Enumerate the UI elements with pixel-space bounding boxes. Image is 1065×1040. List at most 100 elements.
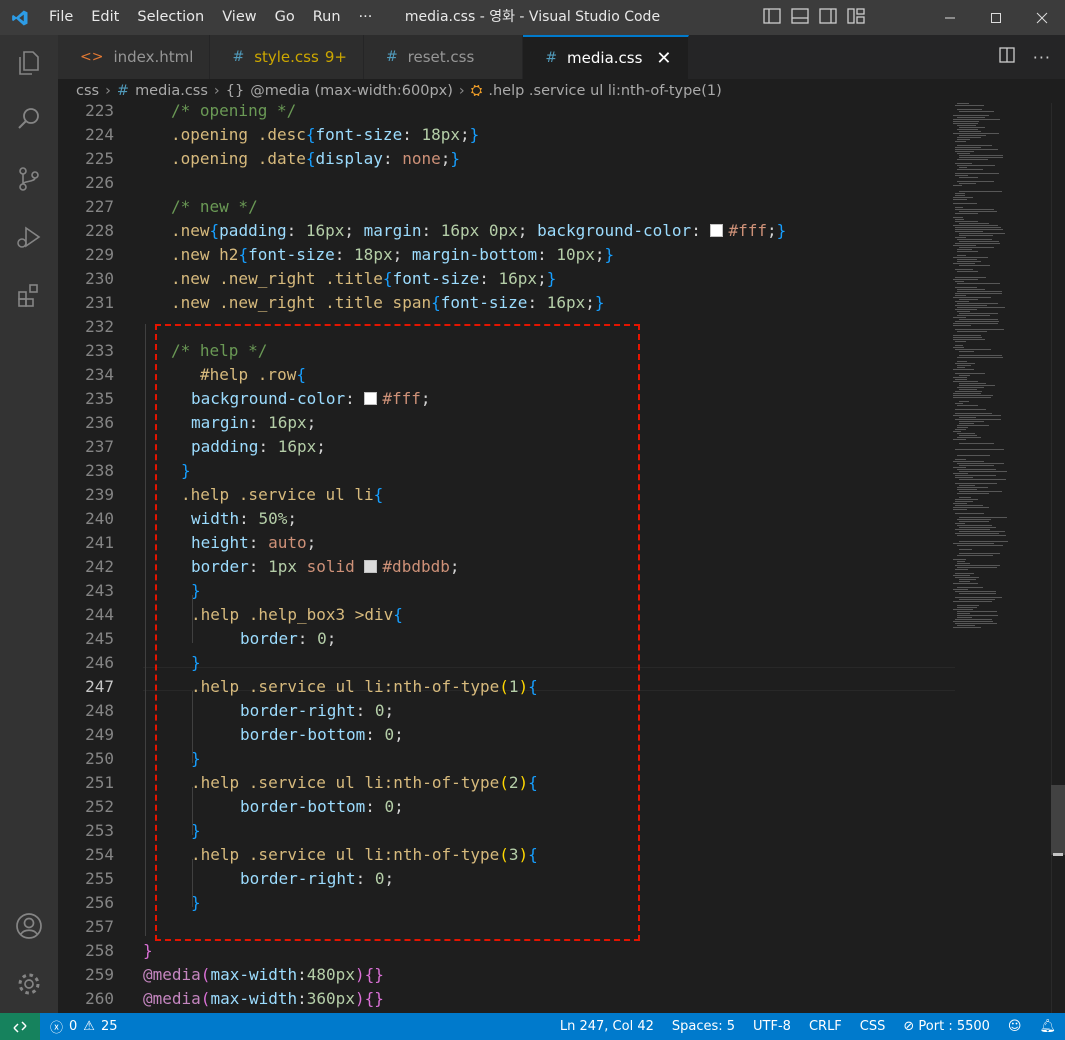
close-tab-icon[interactable]: ✕	[656, 48, 671, 69]
menu-item[interactable]: Edit	[82, 0, 128, 35]
toggle-primary-sidebar-icon[interactable]	[763, 7, 781, 28]
minimap-line	[959, 531, 1005, 532]
tab-index-html[interactable]: <> index.html	[58, 35, 211, 79]
split-editor-icon[interactable]	[999, 47, 1015, 67]
code-line[interactable]: 229 .new h2{font-size: 18px; margin-botto…	[58, 243, 958, 267]
code-line[interactable]: 260 @media(max-width:360px){}	[58, 987, 958, 1011]
code-line[interactable]: 226	[58, 171, 958, 195]
customize-layout-icon[interactable]	[847, 7, 865, 28]
minimap-line	[955, 281, 964, 282]
line-number: 237	[85, 437, 114, 456]
breadcrumb-media-query[interactable]: @media (max-width:600px)	[250, 83, 453, 99]
code-line[interactable]: 228 .new{padding: 16px; margin: 16px 0px;…	[58, 219, 958, 243]
line-number: 230	[85, 269, 114, 288]
menu-item[interactable]: File	[40, 0, 82, 35]
toggle-panel-icon[interactable]	[791, 7, 809, 28]
line-number: 245	[85, 629, 114, 648]
tab-media-css[interactable]: # media.css ✕	[523, 35, 689, 79]
line-number: 223	[85, 103, 114, 120]
problem-count-badge: 9+	[324, 48, 347, 66]
vertical-scrollbar[interactable]	[1051, 103, 1065, 1013]
code-token: :	[382, 149, 403, 168]
minimap-line	[957, 463, 1004, 464]
minimize-button[interactable]	[927, 0, 973, 35]
line-number: 250	[85, 749, 114, 768]
cursor-position[interactable]: Ln 247, Col 42	[551, 1013, 663, 1040]
code-line[interactable]: 223 /* opening */	[58, 103, 958, 123]
code-token: ;	[344, 221, 364, 240]
minimap-line	[957, 615, 998, 616]
scrollbar-thumb[interactable]	[1051, 785, 1065, 855]
code-token: )	[354, 989, 365, 1008]
minimap-line	[955, 219, 964, 220]
feedback-icon[interactable]: ☺	[999, 1013, 1031, 1040]
minimap-line	[957, 261, 981, 262]
maximize-button[interactable]	[973, 0, 1019, 35]
minimap-line	[955, 363, 975, 364]
code-line[interactable]: 227 /* new */	[58, 195, 958, 219]
account-icon[interactable]	[0, 902, 58, 950]
run-debug-icon[interactable]	[0, 213, 58, 261]
code-line[interactable]: 231 .new .new_right .title span{font-size…	[58, 291, 958, 315]
explorer-icon[interactable]	[0, 39, 58, 87]
minimap-line	[953, 543, 994, 544]
line-number: 240	[85, 509, 114, 528]
menu-item[interactable]: Go	[266, 0, 304, 35]
line-number: 258	[85, 941, 114, 960]
more-actions-icon[interactable]: ···	[1033, 48, 1051, 67]
menu-item[interactable]: ···	[350, 0, 382, 35]
code-line[interactable]: 224 .opening .desc{font-size: 18px;}	[58, 123, 958, 147]
minimap-line	[959, 135, 986, 136]
minimap-line	[955, 449, 1004, 450]
code-line[interactable]: 258}	[58, 939, 958, 963]
indentation-setting[interactable]: Spaces: 5	[663, 1013, 744, 1040]
file-encoding[interactable]: UTF-8	[744, 1013, 800, 1040]
search-icon[interactable]	[0, 95, 58, 143]
line-number: 235	[85, 389, 114, 408]
tab-style-css[interactable]: # style.css 9+	[210, 35, 364, 79]
line-number: 252	[85, 797, 114, 816]
minimap-line	[957, 561, 965, 562]
minimap-line	[957, 433, 975, 434]
problems-indicator[interactable]: ⓧ 0 ⚠ 25	[40, 1017, 118, 1036]
code-line[interactable]: 225 .opening .date{display: none;}	[58, 147, 958, 171]
color-swatch[interactable]	[710, 224, 724, 237]
minimap-line	[959, 355, 1002, 356]
remote-indicator-icon[interactable]	[0, 1013, 40, 1040]
end-of-line[interactable]: CRLF	[800, 1013, 851, 1040]
settings-gear-icon[interactable]	[0, 960, 58, 1008]
extensions-icon[interactable]	[0, 271, 58, 319]
language-mode[interactable]: CSS	[851, 1013, 895, 1040]
breadcrumb-folder[interactable]: css	[76, 83, 99, 99]
source-control-icon[interactable]	[0, 155, 58, 203]
error-count: 0	[69, 1019, 78, 1034]
menu-item[interactable]: View	[213, 0, 265, 35]
menu-item[interactable]: Selection	[128, 0, 213, 35]
minimap-line	[955, 477, 973, 478]
notifications-bell-icon[interactable]: 🔔︎	[1030, 1013, 1065, 1040]
code-editor[interactable]: 223/* opening */224 .opening .desc{font-s…	[58, 103, 1065, 1013]
breadcrumb-selector[interactable]: .help .service ul li:nth-of-type(1)	[488, 83, 721, 99]
code-text: .new .new_right .title span{font-size: 1…	[171, 291, 605, 315]
close-window-button[interactable]	[1019, 0, 1065, 35]
code-token: {}	[364, 989, 384, 1008]
live-server-port[interactable]: ⊘ Port : 5500	[894, 1013, 999, 1040]
chevron-right-icon: ›	[213, 83, 220, 99]
minimap[interactable]	[953, 103, 1053, 1013]
code-token: {}	[364, 965, 384, 984]
line-number: 224	[85, 125, 114, 144]
menu-item[interactable]: Run	[304, 0, 350, 35]
minimap-line	[959, 599, 995, 600]
tab-reset-css[interactable]: # reset.css	[363, 35, 524, 79]
minimap-line	[955, 373, 985, 374]
minimap-line	[959, 177, 978, 178]
code-line[interactable]: 259 @media(max-width:480px){}	[58, 963, 958, 987]
minimap-line	[957, 555, 993, 556]
breadcrumb-file[interactable]: media.css	[135, 83, 208, 99]
code-token: .new h2	[171, 245, 239, 264]
code-line[interactable]: 230 .new .new_right .title{font-size: 16p…	[58, 267, 958, 291]
minimap-line	[953, 335, 981, 336]
toggle-secondary-sidebar-icon[interactable]	[819, 7, 837, 28]
minimap-line	[957, 625, 975, 626]
minimap-line	[959, 265, 990, 266]
